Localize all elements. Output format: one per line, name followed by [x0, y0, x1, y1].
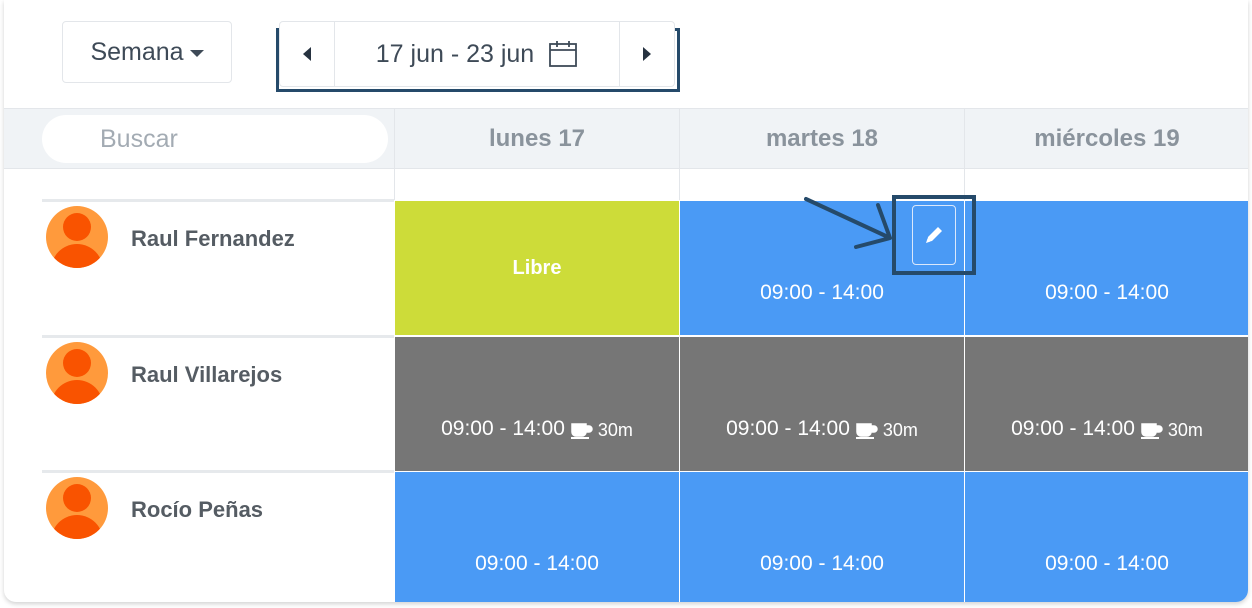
calendar-icon [549, 41, 578, 67]
shift-time: 09:00 - 14:00 [760, 552, 884, 575]
day-header-monday: lunes 17 [394, 109, 679, 168]
break-duration: 30m [597, 420, 633, 440]
avatar [46, 477, 108, 539]
employee-row-info: Raul Villarejos [42, 335, 394, 469]
schedule-panel: Semana 17 jun - 23 jun lunes 17 [4, 0, 1248, 602]
employee-row-info: Raul Fernandez [42, 199, 394, 333]
date-navigator: 17 jun - 23 jun [276, 21, 680, 92]
break-indicator: 30m [570, 420, 633, 441]
annotation-arrow-icon [804, 197, 892, 249]
search-input[interactable] [42, 115, 388, 163]
spacer-cell [394, 169, 679, 201]
employee-name: Raul Villarejos [131, 362, 283, 387]
day-header-wednesday: miércoles 19 [964, 109, 1248, 168]
view-dropdown[interactable]: Semana [62, 21, 232, 83]
day-header-tuesday: martes 18 [679, 109, 964, 168]
edit-button-highlight [892, 195, 976, 275]
shift-time: 09:00 - 14:00 [441, 417, 565, 440]
employee-name: Rocío Peñas [131, 497, 264, 522]
date-range-label: 17 jun - 23 jun [375, 39, 535, 68]
shift-cell[interactable]: 09:00 - 14:00 [964, 471, 1248, 602]
avatar [46, 342, 108, 404]
break-indicator: 30m [1140, 420, 1203, 441]
shift-cell[interactable]: 09:00 - 14:00 [394, 471, 679, 602]
coffee-icon [1140, 422, 1163, 439]
employee-row-info: Rocío Peñas [42, 470, 394, 602]
break-indicator: 30m [855, 420, 918, 441]
employee-name: Raul Fernandez [131, 226, 295, 251]
caret-down-icon [189, 50, 204, 57]
shift-cell[interactable]: 09:00 - 14:00 30m [394, 336, 679, 471]
spacer-cell [964, 169, 1248, 201]
shift-time: 09:00 - 14:00 [1045, 281, 1169, 304]
break-duration: 30m [882, 420, 918, 440]
shift-time: 09:00 - 14:00 [726, 417, 850, 440]
coffee-icon [855, 422, 878, 439]
shift-cell[interactable]: 09:00 - 14:00 [679, 471, 964, 602]
day-header-row: lunes 17 martes 18 miércoles 19 [4, 108, 1248, 169]
previous-week-button[interactable] [280, 22, 335, 86]
shift-label: Libre [512, 256, 562, 279]
shift-cell[interactable]: 09:00 - 14:00 30m [679, 336, 964, 471]
view-dropdown-label: Semana [90, 37, 184, 66]
caret-left-icon [303, 47, 311, 61]
date-range-picker[interactable]: 17 jun - 23 jun [335, 22, 619, 86]
coffee-icon [570, 422, 593, 439]
shift-cell[interactable]: 09:00 - 14:00 30m [964, 336, 1248, 471]
shift-time: 09:00 - 14:00 [760, 281, 884, 304]
avatar [46, 206, 108, 268]
caret-right-icon [643, 47, 651, 61]
shift-cell[interactable]: 09:00 - 14:00 [964, 200, 1248, 335]
next-week-button[interactable] [619, 22, 674, 86]
shift-time: 09:00 - 14:00 [1045, 552, 1169, 575]
break-duration: 30m [1167, 420, 1203, 440]
shift-time: 09:00 - 14:00 [475, 552, 599, 575]
shift-time: 09:00 - 14:00 [1011, 417, 1135, 440]
shift-cell[interactable]: Libre [394, 200, 679, 335]
